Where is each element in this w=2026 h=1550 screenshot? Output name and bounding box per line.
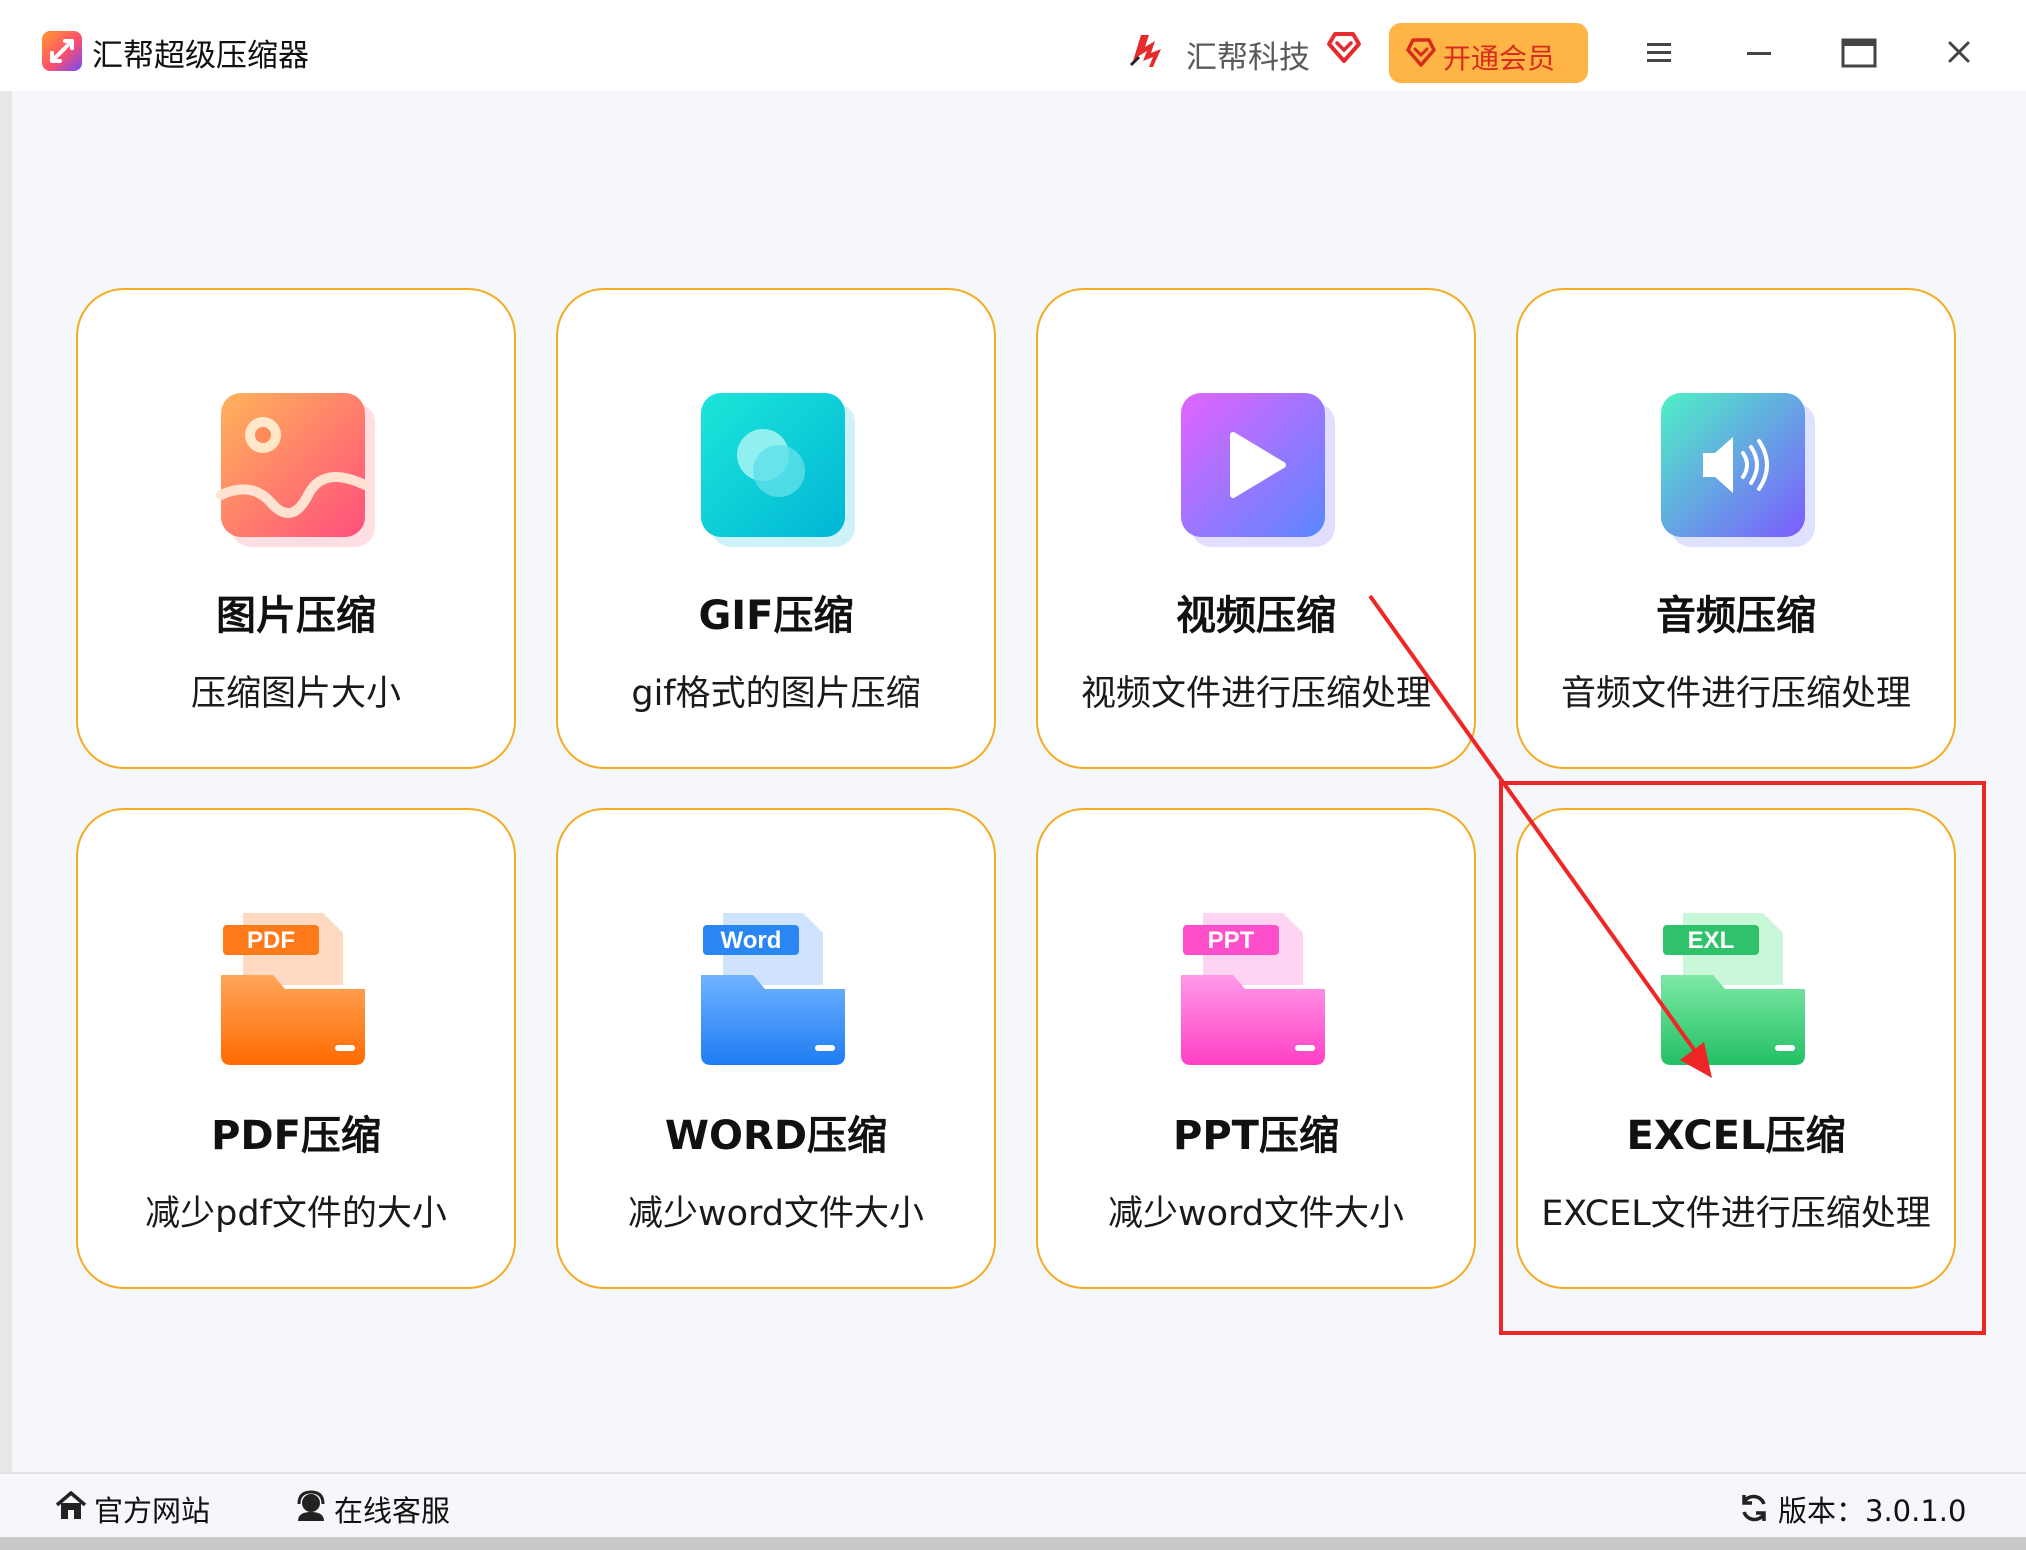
- card-title: EXCEL压缩: [1626, 1113, 1846, 1159]
- card-gif-compress[interactable]: GIF压缩 gif格式的图片压缩: [556, 288, 996, 769]
- desktop-taskbar-strip: [0, 1537, 2026, 1550]
- official-website-label: 官方网站: [94, 1494, 211, 1528]
- window-edge: [0, 0, 12, 1550]
- annotation-arrow: [1368, 594, 1712, 1078]
- minimize-icon: [1747, 52, 1771, 55]
- headset-icon: [297, 1490, 325, 1521]
- card-ppt-compress[interactable]: PPT PPT压缩 减少word文件大小: [1036, 808, 1476, 1289]
- card-description: 音频文件进行压缩处理: [1560, 674, 1911, 714]
- card-description: 压缩图片大小: [190, 674, 401, 714]
- card-word-compress[interactable]: Word WORD压缩 减少word文件大小: [556, 808, 996, 1289]
- card-title: 图片压缩: [216, 593, 376, 639]
- card-title: PPT压缩: [1173, 1113, 1339, 1159]
- hamburger-menu-icon: [1647, 43, 1671, 62]
- diamond-heart-icon: [1325, 30, 1363, 64]
- card-description: EXCEL文件进行压缩处理: [1541, 1194, 1931, 1234]
- maximize-icon: [1841, 38, 1877, 68]
- close-icon: [1948, 41, 1970, 63]
- pdf-folder-icon: PDF: [213, 905, 383, 1075]
- gif-icon: [693, 385, 863, 555]
- version-info: 版本：3.0.1.0: [1738, 1486, 1968, 1528]
- app-window: 汇帮超级压缩器 汇帮科技 开通会员 图片压缩 压缩图片大小 GIF压缩 gif格…: [0, 0, 2026, 1550]
- card-title: 视频压缩: [1176, 593, 1336, 639]
- card-description: 视频文件进行压缩处理: [1080, 674, 1431, 714]
- word-folder-icon: Word: [693, 905, 863, 1075]
- app-logo-icon: [42, 31, 82, 71]
- pdf-badge: PDF: [247, 927, 295, 954]
- ppt-badge: PPT: [1208, 927, 1255, 954]
- close-button[interactable]: [1929, 22, 1989, 82]
- card-description: 减少word文件大小: [627, 1194, 925, 1234]
- video-play-icon: [1173, 385, 1343, 555]
- speaker-icon: [1653, 385, 1823, 555]
- excel-folder-icon: EXL: [1653, 905, 1823, 1075]
- card-title: 音频压缩: [1656, 593, 1816, 639]
- card-excel-compress[interactable]: EXL EXCEL压缩 EXCEL文件进行压缩处理: [1516, 808, 1956, 1289]
- card-description: 减少word文件大小: [1107, 1194, 1405, 1234]
- title-bar: 汇帮超级压缩器 汇帮科技 开通会员: [0, 0, 2026, 91]
- official-website-link[interactable]: 官方网站: [54, 1486, 224, 1528]
- card-audio-compress[interactable]: 音频压缩 音频文件进行压缩处理: [1516, 288, 1956, 769]
- card-description: 减少pdf文件的大小: [145, 1194, 447, 1234]
- minimize-button[interactable]: [1729, 22, 1789, 82]
- excel-badge: EXL: [1688, 927, 1735, 954]
- card-title: GIF压缩: [698, 593, 854, 639]
- online-support-link[interactable]: 在线客服: [294, 1486, 464, 1528]
- ppt-folder-icon: PPT: [1173, 905, 1343, 1075]
- vip-button-label: 开通会员: [1443, 42, 1556, 75]
- app-title: 汇帮超级压缩器: [92, 38, 309, 74]
- card-title: WORD压缩: [664, 1113, 888, 1159]
- brand-name: 汇帮科技: [1186, 40, 1310, 76]
- word-badge: Word: [721, 927, 782, 954]
- online-support-label: 在线客服: [334, 1494, 451, 1528]
- card-video-compress[interactable]: 视频压缩 视频文件进行压缩处理: [1036, 288, 1476, 769]
- card-title: PDF压缩: [211, 1113, 381, 1159]
- footer-bar: 官方网站 在线客服 版本：3.0.1.0: [0, 1472, 2026, 1537]
- diamond-heart-icon: [1406, 38, 1436, 67]
- menu-button[interactable]: [1629, 22, 1689, 82]
- card-pdf-compress[interactable]: PDF PDF压缩 减少pdf文件的大小: [76, 808, 516, 1289]
- version-label: 版本：3.0.1.0: [1778, 1494, 1967, 1528]
- image-icon: [213, 385, 383, 555]
- card-description: gif格式的图片压缩: [631, 674, 921, 714]
- brand-logo-icon: [1125, 27, 1169, 71]
- card-image-compress[interactable]: 图片压缩 压缩图片大小: [76, 288, 516, 769]
- refresh-icon: [1742, 1494, 1766, 1522]
- home-icon: [55, 1491, 87, 1519]
- maximize-button[interactable]: [1829, 22, 1889, 82]
- vip-button[interactable]: 开通会员: [1389, 23, 1588, 83]
